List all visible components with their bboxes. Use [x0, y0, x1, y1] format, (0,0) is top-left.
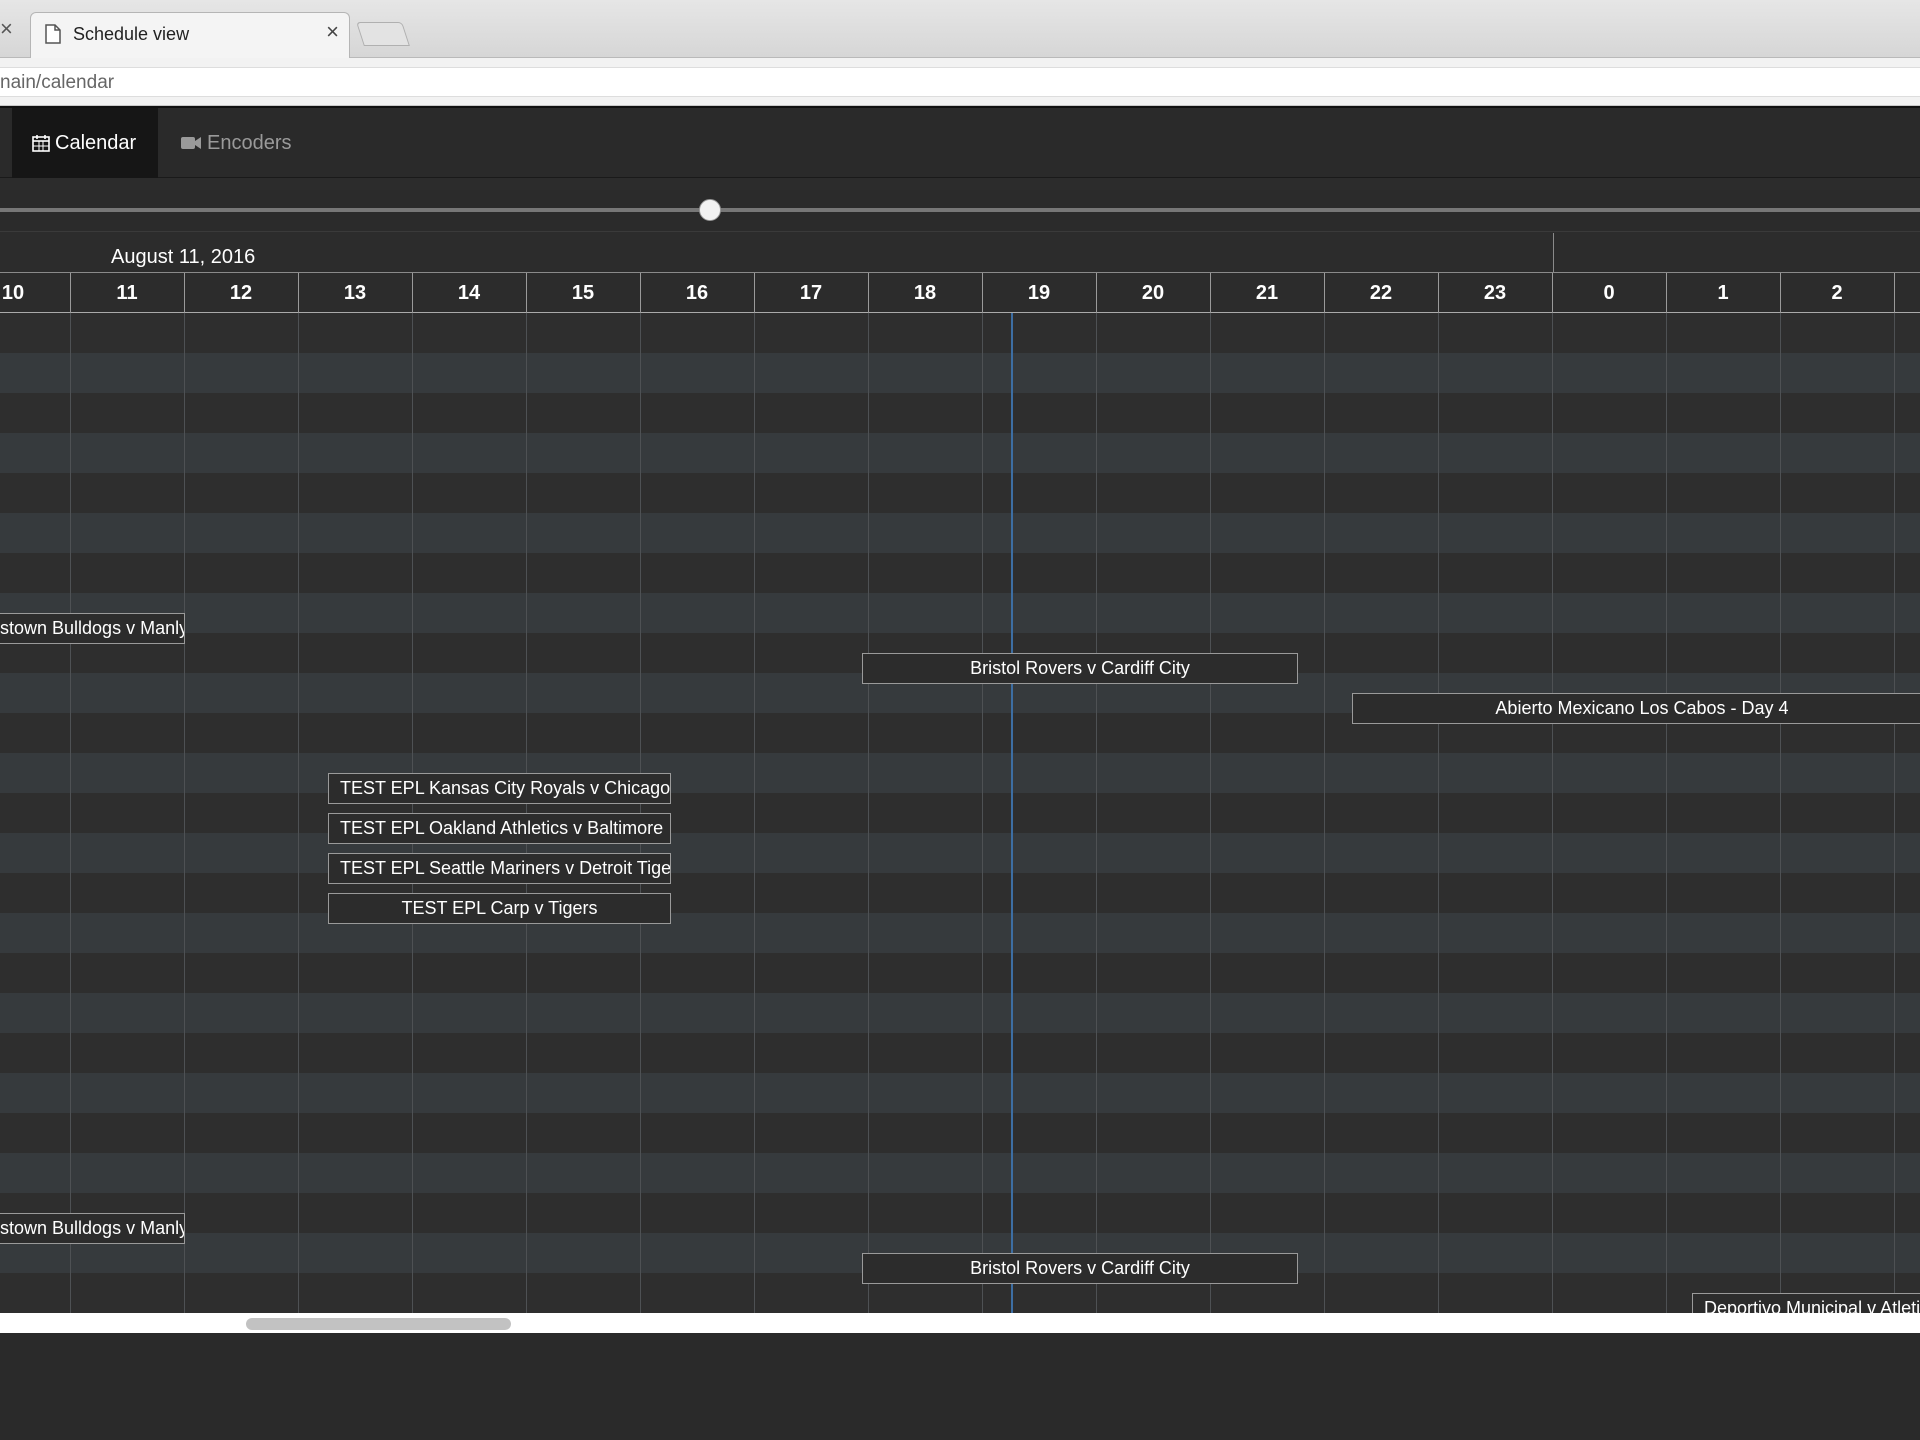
browser-tab-schedule-view[interactable]: Schedule view ×: [30, 12, 350, 59]
hour-label: 13: [343, 282, 367, 304]
hour-label: 2: [1831, 282, 1843, 304]
row-band: [0, 553, 1920, 593]
grid-vertical-line: [754, 313, 755, 1313]
row-band: [0, 833, 1920, 873]
nav-calendar[interactable]: Calendar: [12, 108, 158, 178]
nav-encoders[interactable]: Encoders: [170, 108, 292, 178]
row-band: [0, 753, 1920, 793]
slider-handle[interactable]: [699, 199, 721, 221]
row-band: [0, 993, 1920, 1033]
hour-label: 20: [1141, 282, 1165, 304]
grid-vertical-line: [1210, 313, 1211, 1313]
row-band: [0, 473, 1920, 513]
nav-encoders-label: Encoders: [207, 131, 292, 154]
row-band: [0, 913, 1920, 953]
calendar-icon: [32, 135, 50, 152]
hour-label: 11: [116, 282, 138, 304]
row-band: [0, 1073, 1920, 1113]
row-band: [0, 1193, 1920, 1233]
date-divider: [1553, 233, 1554, 273]
hour-divider: [1894, 273, 1895, 313]
slider-track[interactable]: [0, 208, 1920, 212]
hour-label: 21: [1255, 282, 1279, 304]
nav-calendar-label: Calendar: [55, 131, 137, 154]
zoom-slider[interactable]: [0, 190, 1920, 232]
tab-close-icon[interactable]: ×: [326, 21, 339, 43]
row-band: [0, 313, 1920, 353]
url-field[interactable]: nain/calendar: [0, 67, 1920, 97]
hour-label: 15: [571, 282, 595, 304]
video-camera-icon: [181, 137, 201, 149]
event-block[interactable]: stown Bulldogs v Manly: [0, 1213, 185, 1244]
event-block[interactable]: Deportivo Municipal v Atletico: [1692, 1293, 1920, 1313]
horizontal-scrollbar[interactable]: [0, 1313, 1920, 1333]
hour-label: 22: [1369, 282, 1393, 304]
event-block[interactable]: TEST EPL Carp v Tigers: [328, 893, 671, 924]
date-header: August 11, 2016: [0, 233, 1920, 273]
hour-label: 0: [1603, 282, 1615, 304]
event-block[interactable]: Abierto Mexicano Los Cabos - Day 4: [1352, 693, 1920, 724]
hour-label: 18: [913, 282, 937, 304]
row-band: [0, 393, 1920, 433]
new-tab-button[interactable]: [356, 22, 410, 46]
hour-label: 23: [1483, 282, 1507, 304]
current-time-line: [1011, 313, 1013, 1313]
grid-vertical-line: [1438, 313, 1439, 1313]
hour-label: 19: [1027, 282, 1051, 304]
previous-tab-close-icon[interactable]: ×: [0, 18, 13, 40]
grid-vertical-line: [1552, 313, 1553, 1313]
row-band: [0, 1113, 1920, 1153]
hour-header-row: 10 11 12 13 14 15 16 17 18 19 20 21 22 23 0 1 2: [0, 273, 1920, 313]
hour-label: 16: [685, 282, 709, 304]
row-band: [0, 873, 1920, 913]
tab-title: Schedule view: [73, 24, 190, 44]
row-band: [0, 593, 1920, 633]
grid-vertical-line: [70, 313, 71, 1313]
event-block[interactable]: stown Bulldogs v Manly: [0, 613, 185, 644]
event-block[interactable]: TEST EPL Oakland Athletics v Baltimore: [328, 813, 671, 844]
grid-vertical-line: [1324, 313, 1325, 1313]
document-icon: [45, 24, 61, 44]
row-band: [0, 1153, 1920, 1193]
grid-vertical-line: [298, 313, 299, 1313]
event-block[interactable]: Bristol Rovers v Cardiff City: [862, 653, 1298, 684]
grid-vertical-line: [1780, 313, 1781, 1313]
hour-label: 10: [1, 282, 25, 304]
app-navbar: Calendar Encoders: [0, 106, 1920, 178]
browser-tab-bar: × Schedule view ×: [0, 0, 1920, 59]
grid-vertical-line: [184, 313, 185, 1313]
grid-vertical-line: [1666, 313, 1667, 1313]
address-bar: nain/calendar: [0, 58, 1920, 106]
event-block[interactable]: Bristol Rovers v Cardiff City: [862, 1253, 1298, 1284]
event-block[interactable]: TEST EPL Seattle Mariners v Detroit Tige…: [328, 853, 671, 884]
grid-vertical-line: [868, 313, 869, 1313]
hour-label: 14: [457, 282, 481, 304]
hour-label: 12: [229, 282, 253, 304]
date-label: August 11, 2016: [111, 246, 256, 268]
row-band: [0, 513, 1920, 553]
scrollbar-thumb[interactable]: [246, 1318, 511, 1330]
row-band: [0, 793, 1920, 833]
grid-vertical-line: [1096, 313, 1097, 1313]
grid-vertical-line: [1894, 313, 1895, 1313]
hour-label: 17: [799, 282, 823, 304]
hour-label: 1: [1717, 282, 1729, 304]
row-band: [0, 433, 1920, 473]
page-footer: [0, 1333, 1920, 1440]
row-band: [0, 1033, 1920, 1073]
grid-vertical-line: [982, 313, 983, 1313]
row-band: [0, 953, 1920, 993]
schedule-timeline: August 11, 2016 10 11 12 13 14 15 16 17 18 19 20 21…: [0, 233, 1920, 1313]
event-block[interactable]: TEST EPL Kansas City Royals v Chicago: [328, 773, 671, 804]
row-band: [0, 353, 1920, 393]
schedule-grid: stown Bulldogs v Manly Bristol Rovers v …: [0, 313, 1920, 1313]
